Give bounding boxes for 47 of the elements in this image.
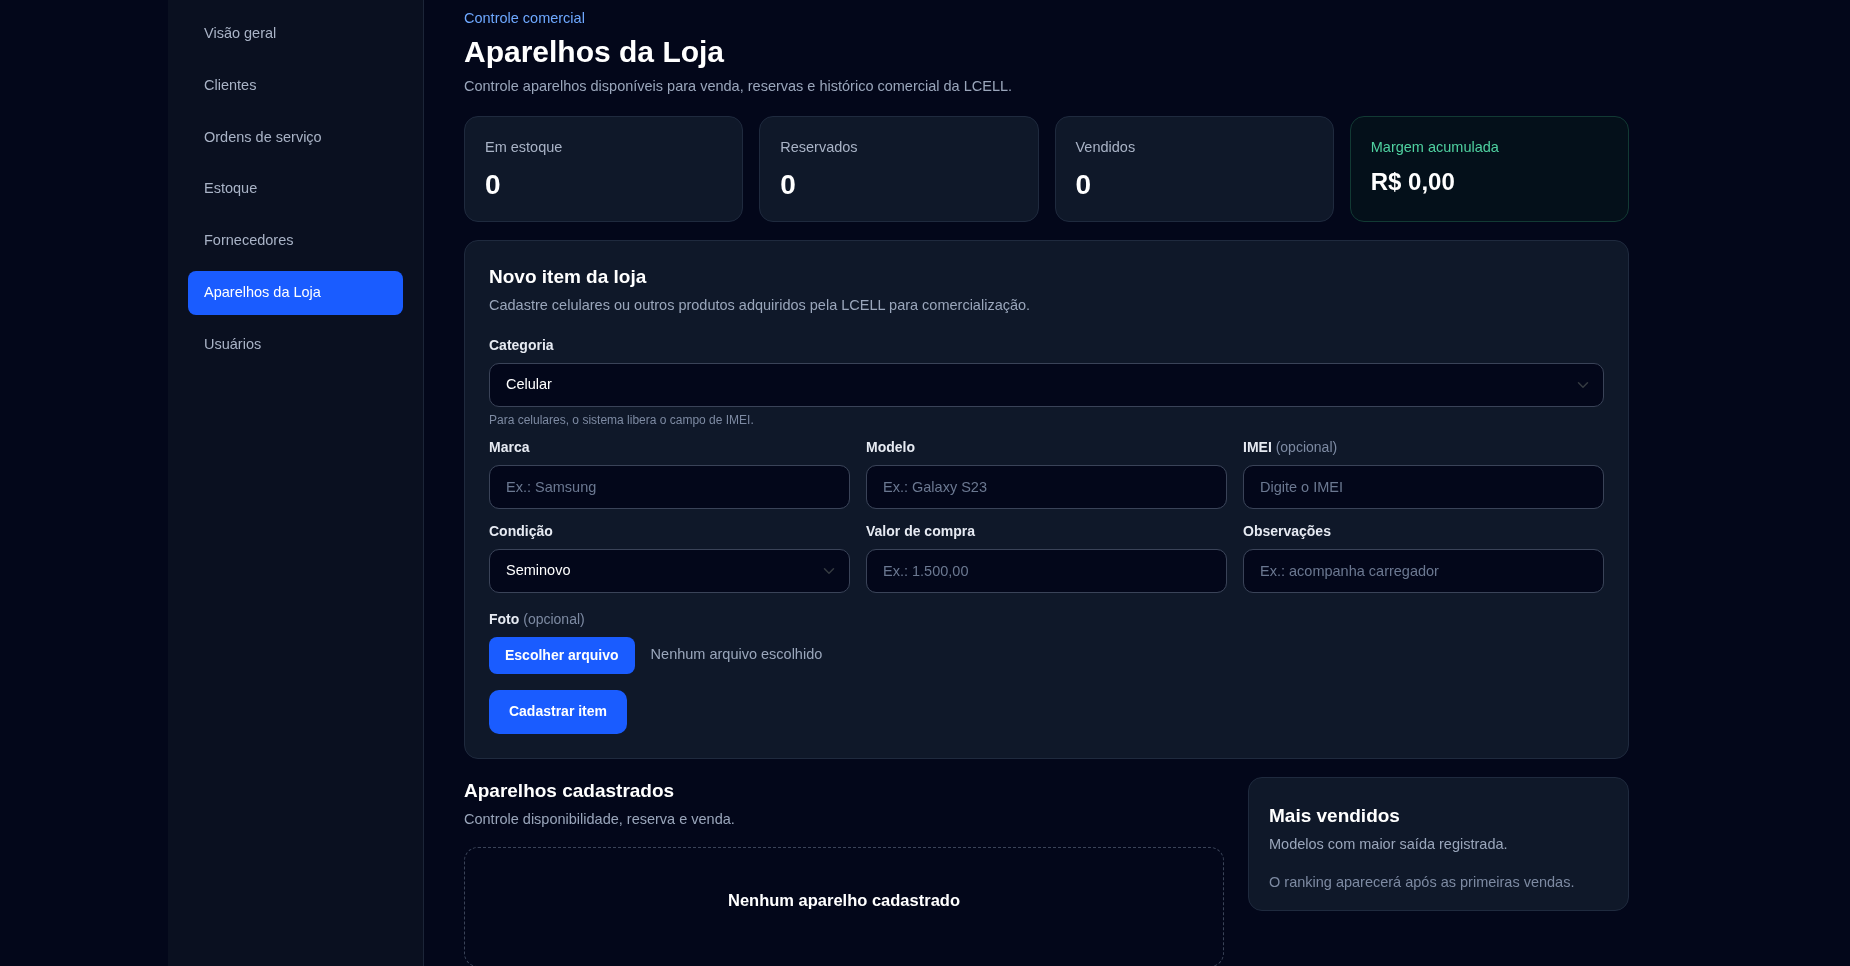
form-title: Novo item da loja (489, 264, 648, 289)
field-label: Categoria (489, 335, 555, 355)
field-label: Observações (1243, 521, 1332, 541)
input-field[interactable]: Ex.: acompanha carregador (1243, 548, 1604, 593)
stat-label: Em estoque (485, 137, 564, 157)
stat-label: Vendidos (1075, 137, 1137, 157)
input-field[interactable]: Ex.: Galaxy S23 (866, 464, 1227, 509)
stat-value: 0 (1075, 168, 1093, 203)
field-label: Valor de compra (866, 521, 976, 541)
input-field[interactable]: Ex.: Samsung (489, 464, 850, 509)
field-label: Foto (opcional) (489, 609, 586, 629)
stat-label: Margem acumulada (1370, 137, 1500, 157)
stat-label: Reservados (780, 137, 859, 157)
card-subtitle: Modelos com maior saída registrada. (1269, 835, 1509, 855)
sidebar-item[interactable]: Fornecedores (188, 219, 403, 263)
help-text: Para celulares, o sistema libera o campo de IMEI. (489, 411, 755, 429)
submit-button[interactable]: Cadastrar item (489, 689, 627, 734)
choose-file-button[interactable]: Escolher arquivo (489, 636, 635, 674)
page-title: Aparelhos da Loja (464, 33, 726, 70)
field-label: Marca (489, 437, 531, 457)
field-label: Condição (489, 521, 554, 541)
sidebar-item[interactable]: Aparelhos da Loja (188, 270, 403, 315)
input-field[interactable]: Ex.: 1.500,00 (866, 548, 1227, 593)
stat-value: R$ 0,00 (1370, 167, 1456, 198)
input-field[interactable]: Digite o IMEI (1243, 464, 1604, 509)
section-subtitle: Controle disponibilidade, reserva e venda. (464, 810, 736, 830)
breadcrumb-label: Controle comercial (464, 9, 586, 28)
sidebar-item[interactable]: Visão geral (188, 12, 403, 56)
sidebar-item[interactable]: Clientes (188, 63, 403, 108)
sidebar-item[interactable]: Estoque (188, 167, 403, 211)
empty-title: Nenhum aparelho cadastrado (727, 890, 961, 911)
card-title: Mais vendidos (1269, 803, 1401, 828)
empty-message: O ranking aparecerá após as primeiras vendas. (1269, 873, 1576, 892)
file-status: Nenhum arquivo escolhido (650, 645, 823, 665)
sidebar-item[interactable]: Usuários (188, 322, 403, 367)
form-subtitle: Cadastre celulares ou outros produtos adquiridos pela LCELL para comercialização. (489, 296, 1032, 315)
category-select[interactable]: Celular (489, 362, 1604, 407)
stat-value: 0 (780, 168, 797, 203)
stat-value: 0 (485, 168, 502, 203)
section-title: Aparelhos cadastrados (464, 778, 676, 803)
condition-select[interactable]: Seminovo (489, 548, 850, 593)
hint-text: (opcional) (523, 610, 585, 627)
field-label: IMEI (opcional) (1243, 437, 1339, 457)
sidebar-item[interactable]: Ordens de serviço (188, 115, 403, 160)
hint-text: (opcional) (1275, 438, 1338, 455)
page-subtitle: Controle aparelhos disponíveis para venda, reservas e histórico comercial da LCELL. (464, 76, 1014, 96)
field-label: Modelo (866, 437, 916, 457)
